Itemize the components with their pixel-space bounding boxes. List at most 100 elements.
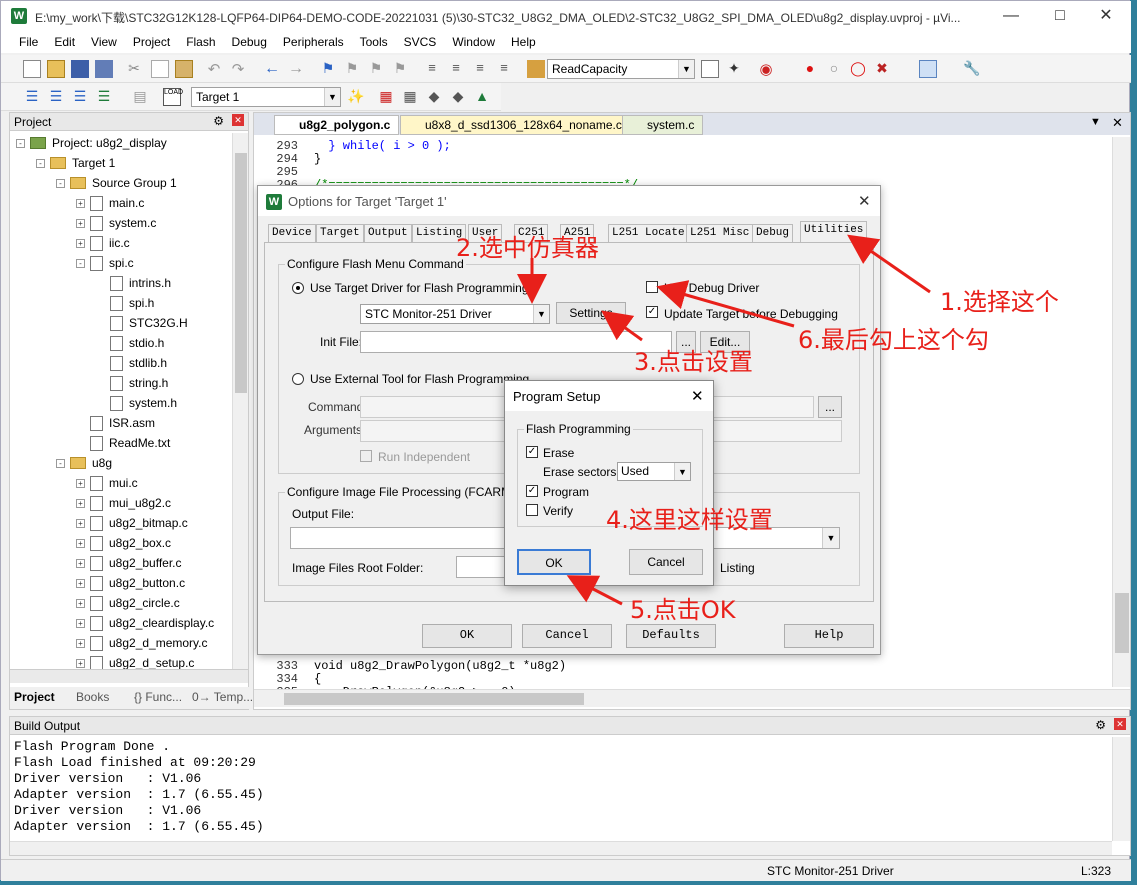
expand-icon[interactable]: +	[76, 578, 85, 588]
init-file-input[interactable]	[360, 331, 672, 353]
manage-components-icon[interactable]: ▦	[377, 88, 395, 106]
tree-file[interactable]: + system.c	[76, 213, 156, 233]
use-debug-driver-checkbox[interactable]	[646, 281, 658, 293]
editor-hscrollbar[interactable]	[254, 689, 1130, 707]
save-all-icon[interactable]	[95, 60, 113, 78]
stop-build-icon[interactable]: ▤	[131, 88, 149, 106]
find-icon[interactable]	[701, 60, 719, 78]
tree-file[interactable]: ISR.asm	[90, 413, 155, 433]
tab-utilities[interactable]: Utilities	[800, 221, 868, 242]
collapse-icon[interactable]: -	[16, 138, 25, 148]
tab-project[interactable]: Project	[14, 690, 55, 704]
tree-file[interactable]: + u8g2_buffer.c	[76, 553, 182, 573]
tree-file[interactable]: + u8g2_circle.c	[76, 593, 180, 613]
project-hscrollbar[interactable]	[10, 669, 248, 683]
close-panel-icon[interactable]: ✕	[1114, 718, 1126, 730]
tree-file[interactable]: + u8g2_bitmap.c	[76, 513, 188, 533]
tree-file[interactable]: stdlib.h	[110, 353, 167, 373]
build-hscrollbar[interactable]	[10, 841, 1112, 855]
use-target-driver-radio[interactable]	[292, 282, 304, 294]
download-icon[interactable]: LOAD	[163, 88, 183, 106]
prev-bookmark-icon[interactable]: ⚑	[343, 60, 361, 78]
tab-target[interactable]: Target	[316, 224, 364, 242]
tab-list-icon[interactable]: ▼	[1090, 116, 1101, 128]
menu-view[interactable]: View	[83, 31, 125, 49]
tab-books[interactable]: Books	[76, 690, 109, 704]
collapse-icon[interactable]: -	[56, 178, 65, 188]
chevron-down-icon[interactable]: ▼	[822, 528, 839, 548]
tree-file[interactable]: - spi.c	[76, 253, 134, 273]
clear-bookmarks-icon[interactable]: ⚑	[391, 60, 409, 78]
expand-icon[interactable]: +	[76, 218, 85, 228]
collapse-icon[interactable]: -	[36, 158, 45, 168]
program-checkbox[interactable]: ✓	[526, 485, 538, 497]
uncomment-icon[interactable]: ≡	[495, 60, 513, 78]
target-options-icon[interactable]: ✨	[347, 88, 365, 106]
find-in-files-icon[interactable]	[527, 60, 545, 78]
build-icon[interactable]: ☰	[47, 88, 65, 106]
window-layout-icon[interactable]	[919, 60, 937, 78]
pack-installer-icon[interactable]: ◆	[425, 88, 443, 106]
tree-file[interactable]: + u8g2_d_memory.c	[76, 633, 208, 653]
tab-output[interactable]: Output	[364, 224, 412, 242]
collapse-icon[interactable]: -	[76, 258, 85, 268]
menu-file[interactable]: File	[11, 31, 46, 49]
tree-file[interactable]: spi.h	[110, 293, 154, 313]
expand-icon[interactable]: +	[76, 238, 85, 248]
scroll-thumb[interactable]	[235, 153, 247, 393]
breakpoint-icon[interactable]: ●	[801, 60, 819, 78]
erase-sectors-select[interactable]: Used ▼	[617, 462, 691, 481]
open-file-icon[interactable]	[47, 60, 65, 78]
cut-icon[interactable]: ✂	[125, 60, 143, 78]
close-tab-icon[interactable]: ✕	[1112, 115, 1123, 131]
paste-icon[interactable]	[175, 60, 193, 78]
tree-file[interactable]: + u8g2_box.c	[76, 533, 171, 553]
expand-icon[interactable]: +	[76, 658, 85, 668]
project-vscrollbar[interactable]	[232, 133, 248, 681]
nav-forward-icon[interactable]: →	[287, 60, 305, 78]
tab-u8x8-ssd1306[interactable]: u8x8_d_ssd1306_128x64_noname.c	[400, 115, 631, 135]
editor-vscrollbar[interactable]	[1112, 137, 1130, 687]
file-extensions-icon[interactable]: ▦	[401, 88, 419, 106]
close-button[interactable]: ✕	[1091, 5, 1121, 27]
copy-icon[interactable]	[151, 60, 169, 78]
batch-build-icon[interactable]: ☰	[95, 88, 113, 106]
kill-breakpoints-icon[interactable]: ✖	[873, 60, 891, 78]
ps-cancel-button[interactable]: Cancel	[629, 549, 703, 575]
command-browse-button[interactable]: ...	[818, 396, 842, 418]
expand-icon[interactable]: +	[76, 598, 85, 608]
tab-l251-misc[interactable]: L251 Misc	[686, 224, 754, 242]
menu-edit[interactable]: Edit	[46, 31, 83, 49]
select-pack-icon[interactable]: ◆	[449, 88, 467, 106]
collapse-icon[interactable]: -	[56, 458, 65, 468]
new-file-icon[interactable]	[23, 60, 41, 78]
pin-icon[interactable]: ⚙	[213, 114, 224, 128]
close-icon[interactable]: ✕	[691, 387, 704, 405]
comment-icon[interactable]: ≡	[471, 60, 489, 78]
update-target-checkbox[interactable]: ✓	[646, 306, 658, 318]
find-combo[interactable]: ReadCapacity ▼	[547, 59, 695, 79]
tab-debug[interactable]: Debug	[752, 224, 794, 242]
tree-file[interactable]: + u8g2_button.c	[76, 573, 185, 593]
build-vscrollbar[interactable]	[1112, 737, 1130, 841]
menu-peripherals[interactable]: Peripherals	[275, 31, 352, 49]
menu-tools[interactable]: Tools	[352, 31, 396, 49]
tab-functions[interactable]: {} Func...	[134, 690, 182, 704]
tree-group-source[interactable]: - Source Group 1	[56, 173, 177, 193]
chevron-down-icon[interactable]: ▼	[324, 88, 340, 106]
tab-templates[interactable]: 0→ Temp...	[192, 690, 253, 704]
minimize-button[interactable]: —	[996, 5, 1026, 27]
tree-file[interactable]: + iic.c	[76, 233, 130, 253]
expand-icon[interactable]: +	[76, 558, 85, 568]
debug-session-icon[interactable]: ◉	[757, 60, 775, 78]
enable-breakpoint-icon[interactable]: ○	[825, 60, 843, 78]
expand-icon[interactable]: +	[76, 198, 85, 208]
help-button[interactable]: Help	[784, 624, 874, 648]
use-external-tool-radio[interactable]	[292, 373, 304, 385]
incremental-find-icon[interactable]: ✦	[725, 60, 743, 78]
rte-icon[interactable]: ▲	[473, 88, 491, 106]
menu-debug[interactable]: Debug	[224, 31, 275, 49]
maximize-button[interactable]: □	[1045, 5, 1075, 27]
next-bookmark-icon[interactable]: ⚑	[367, 60, 385, 78]
menu-flash[interactable]: Flash	[178, 31, 223, 49]
